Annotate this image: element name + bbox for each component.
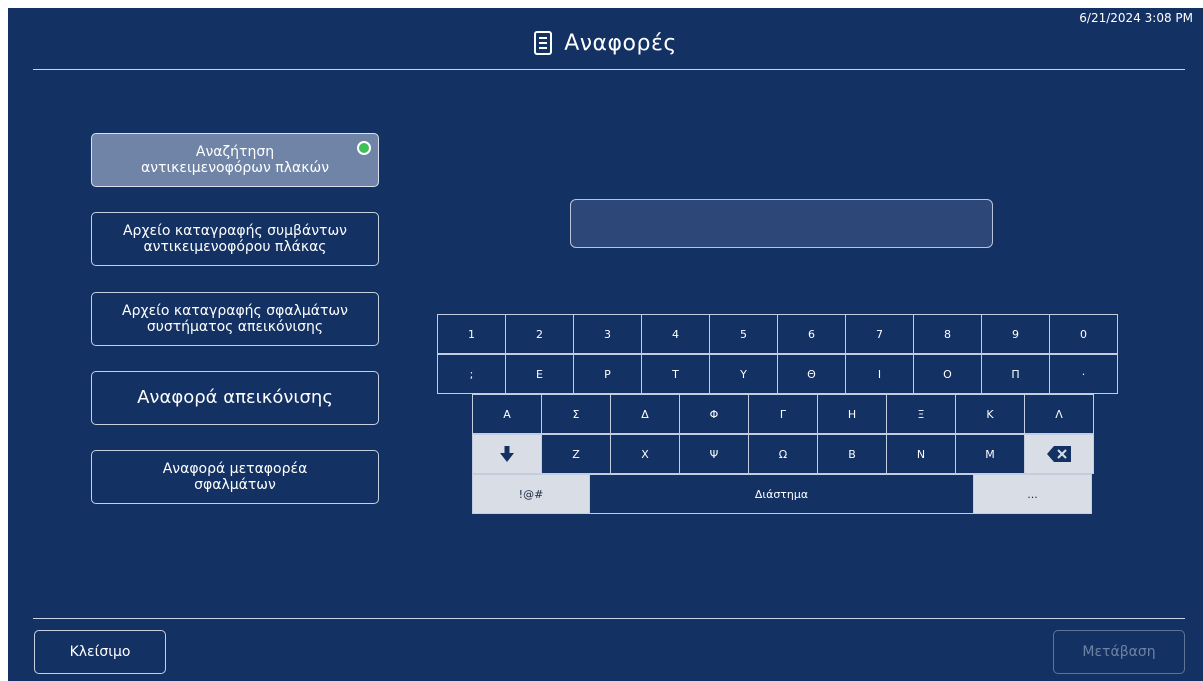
key[interactable]: 0	[1049, 314, 1118, 354]
arrow-down-icon	[500, 446, 514, 462]
key[interactable]: ;	[437, 354, 506, 394]
close-button[interactable]: Κλείσιμο	[34, 630, 166, 674]
key[interactable]: Ε	[505, 354, 574, 394]
key[interactable]: Η	[817, 394, 887, 434]
key[interactable]: 5	[709, 314, 778, 354]
space-key[interactable]: Διάστημα	[589, 474, 974, 514]
keyboard-row-digits: 1 2 3 4 5 6 7 8 9 0	[437, 314, 1118, 354]
symbols-key[interactable]: !@#	[472, 474, 590, 514]
key[interactable]: Ξ	[886, 394, 956, 434]
key[interactable]: 9	[981, 314, 1050, 354]
keyboard-row-letters-1: ; Ε Ρ Τ Υ Θ Ι Ο Π ·	[437, 354, 1118, 394]
header-divider	[33, 69, 1185, 70]
menu-error-carrier-report-button[interactable]: Αναφορά μεταφορέα σφαλμάτων	[91, 450, 379, 504]
key[interactable]: Τ	[641, 354, 710, 394]
shift-key[interactable]	[472, 434, 542, 474]
menu-imaging-report-label: Αναφορά απεικόνισης	[137, 387, 333, 408]
key[interactable]: 1	[437, 314, 506, 354]
key[interactable]: Π	[981, 354, 1050, 394]
key[interactable]: Φ	[679, 394, 749, 434]
key[interactable]: Υ	[709, 354, 778, 394]
search-input[interactable]	[570, 199, 993, 248]
key[interactable]: Ο	[913, 354, 982, 394]
menu-imaging-error-log-button[interactable]: Αρχείο καταγραφής σφαλμάτων συστήματος α…	[91, 292, 379, 346]
keyboard-row-bottom: !@# Διάστημα ...	[472, 474, 1092, 514]
key[interactable]: Ρ	[573, 354, 642, 394]
menu-slide-search-button[interactable]: Αναζήτηση αντικειμενοφόρων πλακών	[91, 133, 379, 187]
keyboard-row-letters-2: Α Σ Δ Φ Γ Η Ξ Κ Λ	[472, 394, 1094, 434]
key[interactable]: Β	[817, 434, 887, 474]
key[interactable]: Ν	[886, 434, 956, 474]
keyboard-row-letters-3: Ζ Χ Ψ Ω Β Ν Μ	[472, 434, 1094, 474]
menu-slide-event-log-label: Αρχείο καταγραφής συμβάντων αντικειμενοφ…	[122, 223, 348, 255]
key[interactable]: Α	[472, 394, 542, 434]
backspace-icon	[1047, 446, 1071, 462]
key[interactable]: Σ	[541, 394, 611, 434]
key[interactable]: 4	[641, 314, 710, 354]
go-button[interactable]: Μετάβαση	[1053, 630, 1185, 674]
key[interactable]: Δ	[610, 394, 680, 434]
key[interactable]: Ι	[845, 354, 914, 394]
key[interactable]: ·	[1049, 354, 1118, 394]
backspace-key[interactable]	[1024, 434, 1094, 474]
key[interactable]: Μ	[955, 434, 1025, 474]
key[interactable]: Γ	[748, 394, 818, 434]
menu-slide-event-log-button[interactable]: Αρχείο καταγραφής συμβάντων αντικειμενοφ…	[91, 212, 379, 266]
ellipsis-key[interactable]: ...	[973, 474, 1092, 514]
key[interactable]: 7	[845, 314, 914, 354]
menu-slide-search-label: Αναζήτηση αντικειμενοφόρων πλακών	[140, 144, 330, 176]
document-icon	[534, 31, 553, 55]
key[interactable]: Ψ	[679, 434, 749, 474]
key[interactable]: Κ	[955, 394, 1025, 434]
key[interactable]: Θ	[777, 354, 846, 394]
key[interactable]: 3	[573, 314, 642, 354]
selected-indicator-icon	[357, 141, 371, 155]
menu-imaging-error-log-label: Αρχείο καταγραφής σφαλμάτων συστήματος α…	[122, 303, 348, 335]
menu-error-carrier-report-label: Αναφορά μεταφορέα σφαλμάτων	[162, 461, 308, 493]
reports-screen: 6/21/2024 3:08 PM Αναφορές Αναζήτηση αντ…	[8, 8, 1203, 681]
page-title: Αναφορές	[564, 30, 677, 56]
footer-divider	[33, 618, 1185, 619]
key[interactable]: Χ	[610, 434, 680, 474]
menu-imaging-report-button[interactable]: Αναφορά απεικόνισης	[91, 371, 379, 425]
key[interactable]: 6	[777, 314, 846, 354]
page-header: Αναφορές	[8, 18, 1203, 68]
key[interactable]: 8	[913, 314, 982, 354]
key[interactable]: Ω	[748, 434, 818, 474]
key[interactable]: Λ	[1024, 394, 1094, 434]
key[interactable]: 2	[505, 314, 574, 354]
key[interactable]: Ζ	[541, 434, 611, 474]
